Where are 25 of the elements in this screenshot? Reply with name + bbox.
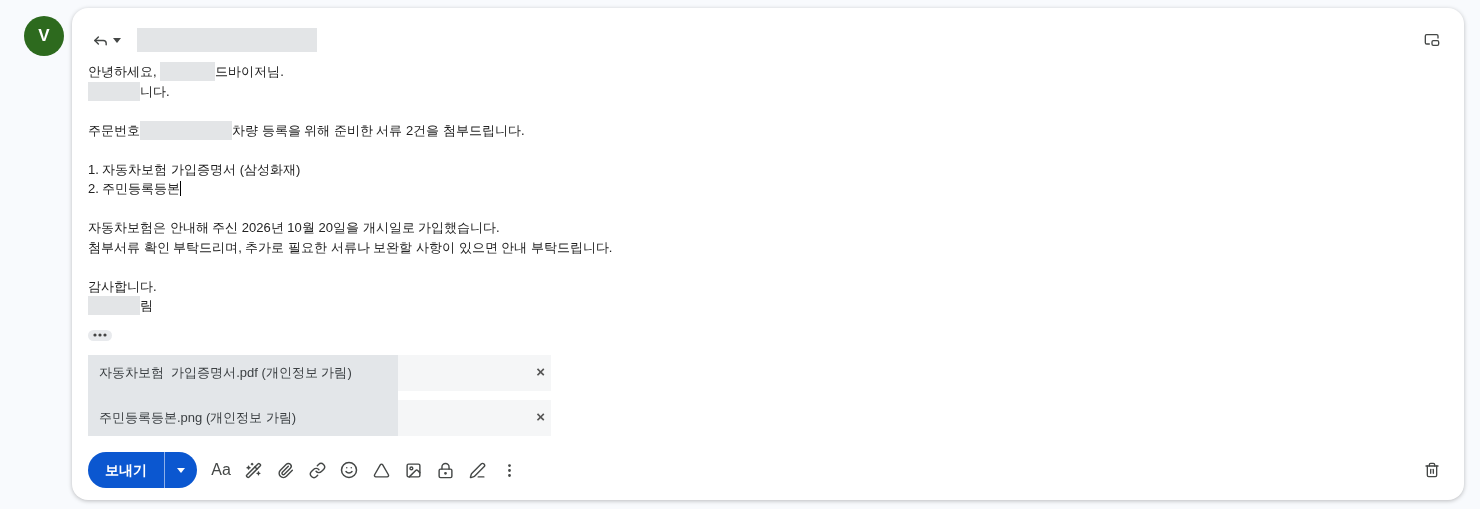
avatar: V — [24, 16, 64, 56]
body-text: 차량 등록을 위해 준비한 서류 2건을 첨부드립니다. — [232, 121, 525, 140]
redaction-block — [160, 62, 216, 82]
body-text: 드바이저님. — [215, 63, 284, 81]
caret-icon — [177, 467, 185, 473]
text-cursor — [180, 181, 182, 197]
redaction-block — [88, 296, 140, 316]
body-text: 주문번호 — [88, 121, 140, 140]
formatting-options-button[interactable]: Aa — [205, 454, 237, 486]
body-text: 감사합니다. — [88, 277, 157, 296]
body-text: 안녕하세요, — [88, 63, 158, 81]
body-text: 2. 주민등록등본 — [88, 180, 181, 198]
attachment-name[interactable]: 주민등록등본.png (개인정보 가림) — [88, 399, 398, 436]
body-text: 자동차보험은 안내해 주신 2026년 10월 20일을 개시일로 가입했습니다. — [88, 219, 500, 237]
body-text: 니다. — [140, 82, 170, 101]
caret-icon — [113, 37, 121, 43]
remove-attachment-button[interactable]: × — [536, 406, 545, 429]
redaction-block — [88, 81, 140, 101]
show-trimmed-content-button[interactable] — [88, 329, 112, 341]
body-text: 림 — [140, 297, 153, 315]
body-text: 첨부서류 확인 부탁드리며, 추가로 필요한 서류나 보완할 사항이 있으면 안내 부탁드립니다. — [88, 238, 613, 257]
ellipsis-icon — [93, 333, 107, 337]
attachment-name[interactable]: 자동차보험 가입증명서.pdf (개인정보 가림) — [88, 354, 398, 400]
remove-attachment-button[interactable]: × — [536, 361, 545, 384]
body-text: 1. 자동차보험 가입증명서 (삼성화재) — [88, 160, 301, 179]
